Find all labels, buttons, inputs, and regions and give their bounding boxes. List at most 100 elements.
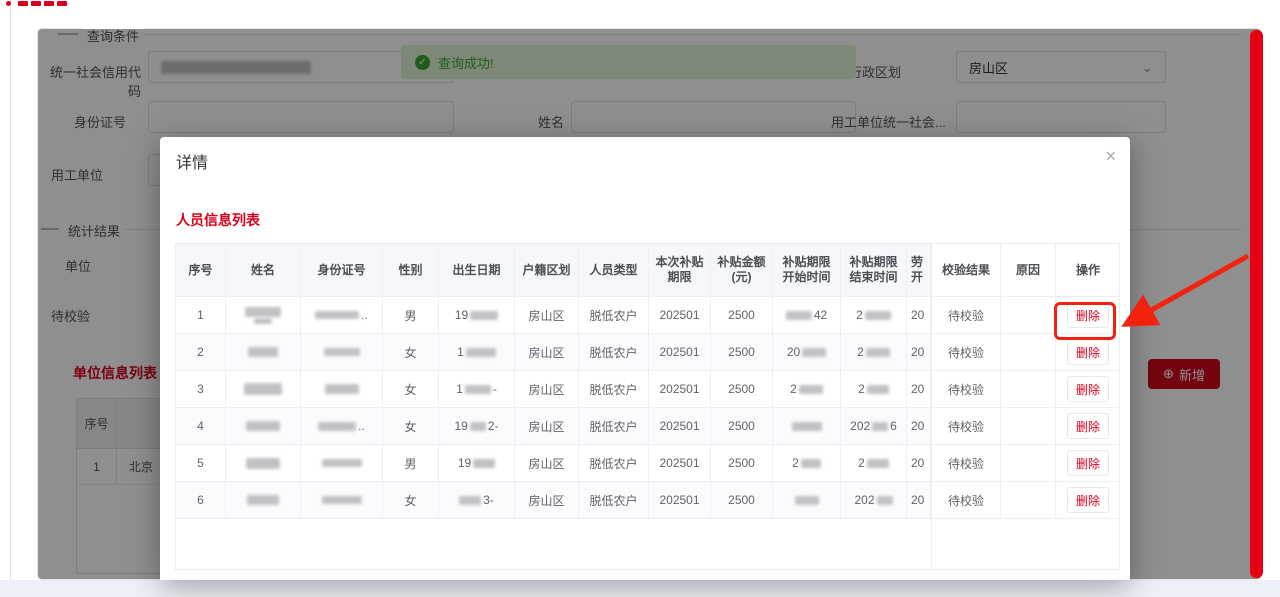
redacted-text [867,385,889,394]
cell: 删除 [1056,445,1120,482]
cell: 202501 [649,334,711,371]
cell: 202501 [649,482,711,519]
redacted-text [865,311,891,320]
column-header: 劳 开 [907,244,931,297]
cell: 5 [176,445,226,482]
redacted-text [466,348,496,357]
cell [226,482,301,519]
cell: 房山区 [515,445,579,482]
delete-button[interactable]: 删除 [1067,413,1109,439]
personnel-table: 序号姓名身份证号性别出生日期户籍区划人员类型本次补贴 期限补贴金额 (元)补贴期… [175,243,1120,570]
bullet-icon [6,1,11,6]
cell: 脱低农户 [579,408,649,445]
cell: 2 [176,334,226,371]
details-modal: 详情 × 人员信息列表 序号姓名身份证号性别出生日期户籍区划人员类型本次补贴 期… [160,137,1130,580]
redacted-text [799,385,823,394]
redacted-text [246,458,280,469]
table-row: 2女1房山区脱低农户202501250020220待校验删除 [176,334,1119,371]
cell: 20 [773,334,841,371]
cell: .. [301,297,383,334]
redacted-text [325,384,359,394]
cell: 202501 [649,371,711,408]
cell: 20 [907,334,931,371]
column-header: 补贴期限 结束时间 [841,244,907,297]
cell: 2 [841,334,907,371]
cell: 202501 [649,297,711,334]
redacted-text [459,496,481,505]
cell: 20 [907,297,931,334]
redacted-text [322,496,362,504]
cell: 192- [439,408,515,445]
cell: 2500 [711,445,773,482]
column-header: 原因 [1001,244,1056,297]
cell: 房山区 [515,334,579,371]
cell: 待校验 [931,482,1001,519]
redacted-text [315,311,359,319]
modal-title: 详情 [176,149,208,173]
redacted-text [254,318,272,324]
cell [773,482,841,519]
cell: 2 [773,445,841,482]
redacted-text [792,422,822,431]
cell: 2 [841,297,907,334]
redacted-text [866,348,890,357]
cell [301,445,383,482]
column-header: 人员类型 [579,244,649,297]
column-header: 序号 [176,244,226,297]
cell: 4 [176,408,226,445]
cell: 脱低农户 [579,371,649,408]
cell: 2500 [711,408,773,445]
cell: 待校验 [931,334,1001,371]
cell [301,371,383,408]
cell: 删除 [1056,371,1120,408]
cell [1001,371,1056,408]
fixed-columns-divider [931,244,932,569]
redacted-text [786,311,812,320]
redacted-text [473,459,495,468]
cell: 2500 [711,297,773,334]
delete-button[interactable]: 删除 [1067,339,1109,365]
cell: 20 [907,371,931,408]
delete-button[interactable]: 删除 [1067,376,1109,402]
column-header: 出生日期 [439,244,515,297]
cell: 3- [439,482,515,519]
redacted-text [877,496,893,505]
table-row: 3女1-房山区脱低农户20250125002220待校验删除 [176,371,1119,408]
cell [1001,334,1056,371]
cell: 202501 [649,445,711,482]
table-row: 4..女192-房山区脱低农户2025012500202620待校验删除 [176,408,1119,445]
redacted-text [465,385,491,394]
cell: 待校验 [931,371,1001,408]
page-left-divider [10,0,11,597]
cell: 2 [841,371,907,408]
cell: 2 [773,371,841,408]
cell: 女 [383,408,439,445]
cell: 3 [176,371,226,408]
delete-button[interactable]: 删除 [1067,487,1109,513]
close-icon[interactable]: × [1105,147,1116,165]
cell: 1 [176,297,226,334]
cell: 2500 [711,371,773,408]
cell: 脱低农户 [579,445,649,482]
cell [226,334,301,371]
redacted-text [872,422,888,431]
cell: 房山区 [515,482,579,519]
cell: 待校验 [931,445,1001,482]
cell [301,334,383,371]
cell: 202501 [649,408,711,445]
redacted-text [324,348,360,356]
redacted-text [470,422,486,431]
cell [226,371,301,408]
cell: 男 [383,297,439,334]
cell: 脱低农户 [579,297,649,334]
delete-button[interactable]: 删除 [1067,450,1109,476]
redacted-text [248,347,278,357]
cell: 20 [907,445,931,482]
cell: 2026 [841,408,907,445]
redacted-text [867,459,889,468]
cell [1001,445,1056,482]
cell: 女 [383,334,439,371]
cell: 1- [439,371,515,408]
column-header: 身份证号 [301,244,383,297]
table-row: 1..男19房山区脱低农户202501250042220待校验删除 [176,297,1119,334]
